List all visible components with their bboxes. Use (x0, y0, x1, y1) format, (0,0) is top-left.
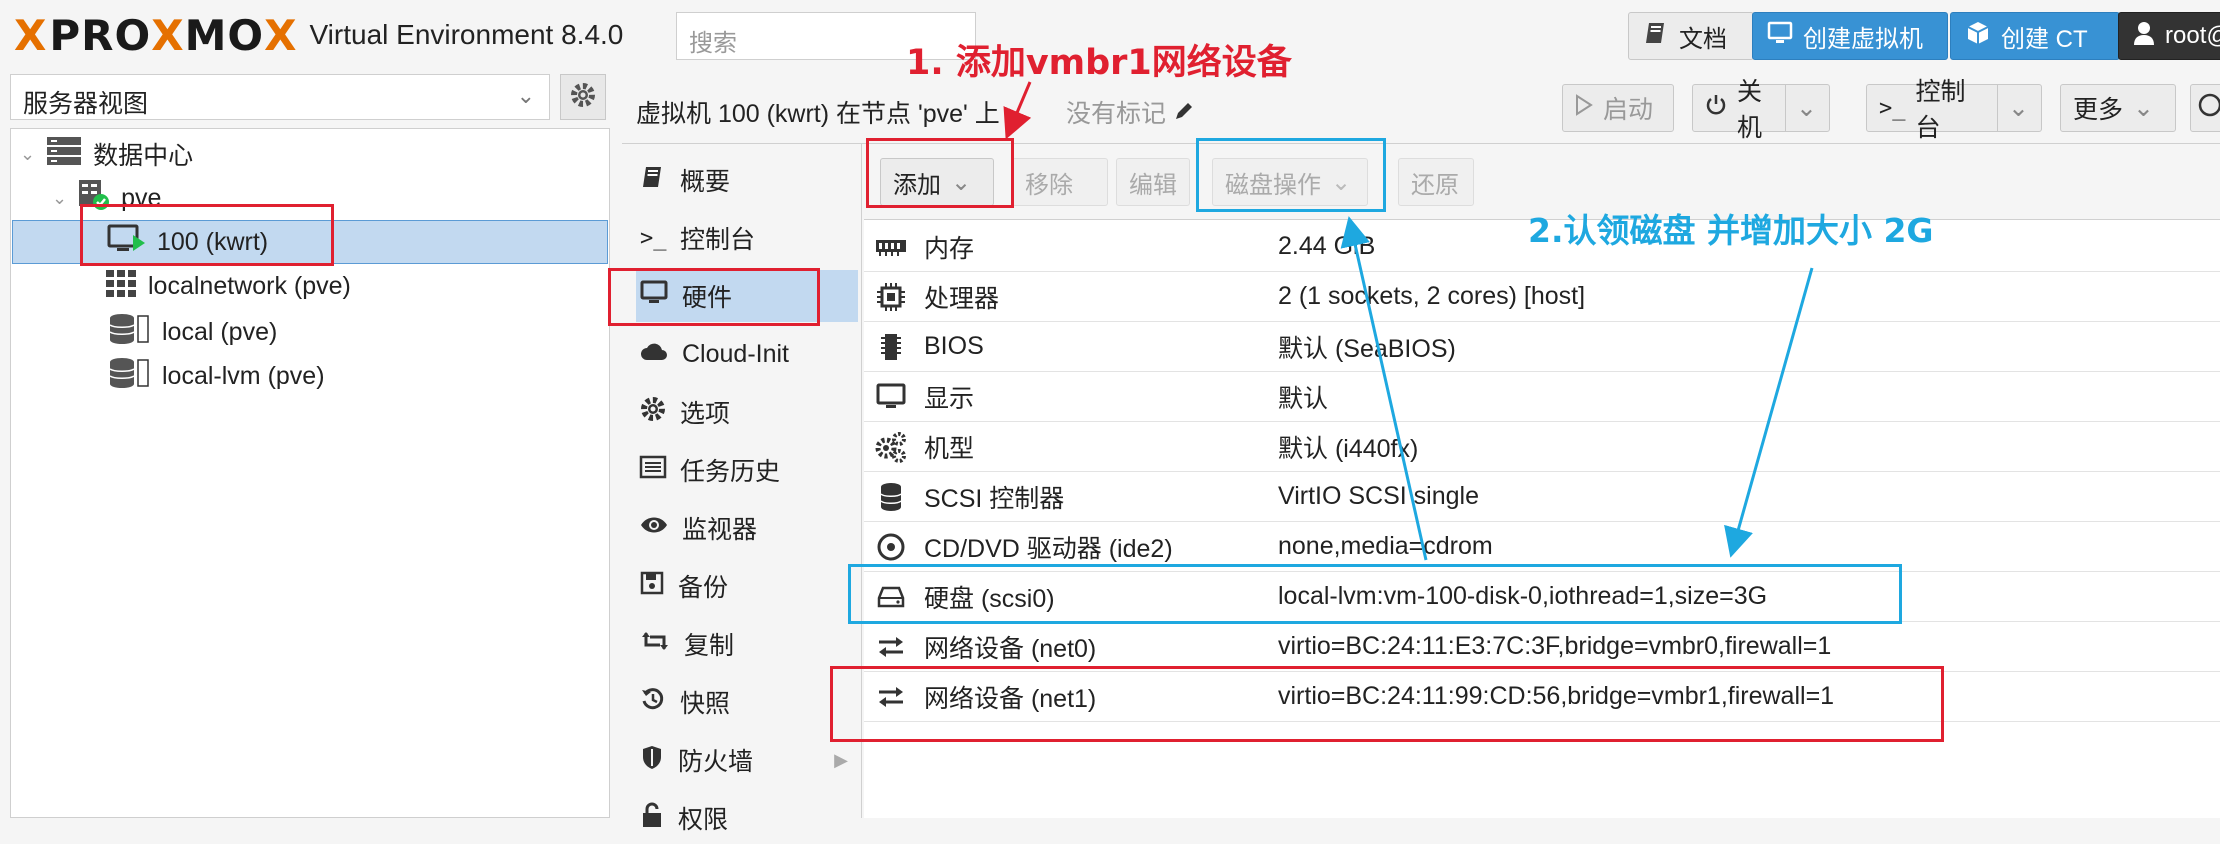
arrow-to-disk-action (1340, 216, 1428, 561)
arrow-to-disk-value (1724, 267, 1814, 558)
arrow-to-add (1003, 81, 1032, 140)
annotation-arrows (1003, 81, 1814, 561)
